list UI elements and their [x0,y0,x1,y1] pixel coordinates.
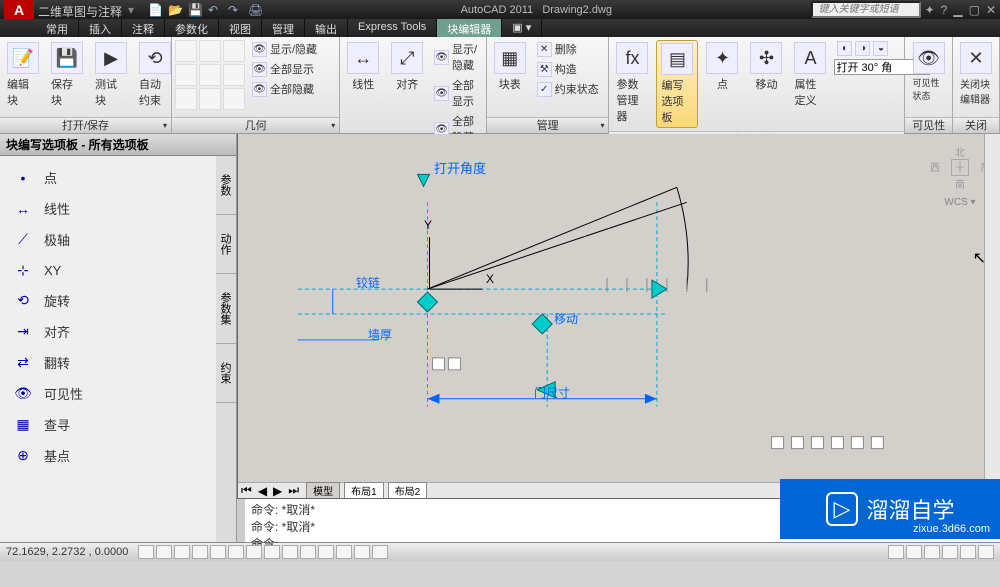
dim-show-hide[interactable]: 👁显示/隐藏 [431,40,482,74]
tab-nav-first[interactable]: ⏮ [238,483,255,498]
close-icon[interactable]: ✕ [986,3,996,17]
move-action-button[interactable]: ✣移动 [746,40,786,94]
layout-tab-layout1[interactable]: 布局1 [344,482,384,498]
redo-icon[interactable]: ↷ [228,3,242,17]
block-table-button[interactable]: ▦块表 [490,40,530,94]
point-param-button[interactable]: ✦点 [702,40,742,94]
visibility-state-button[interactable]: 👁可见性状态 [908,40,949,104]
print-icon[interactable]: 🖨 [248,3,262,17]
open-icon[interactable]: 📂 [168,3,182,17]
tab-output[interactable]: 输出 [305,19,348,37]
undo-icon[interactable]: ↶ [208,3,222,17]
panel-visibility[interactable]: 可见性 [905,117,952,133]
palette-title: 块编写选项板 - 所有选项板 [0,134,236,156]
infocenter-icon[interactable]: ✦ [925,3,935,17]
block-authoring-palette: 块编写选项板 - 所有选项板 •点 ↔线性 ⟋极轴 ⊹XY ⟲旋转 ⇥对齐 ⇄翻… [0,134,237,542]
show-all-button[interactable]: 👁全部显示 [249,60,320,78]
maximize-icon[interactable]: ▢ [969,3,980,17]
param-visibility[interactable]: 👁可见性 [10,378,206,409]
quick-access-toolbar: 二维草图与注释 ▾ 📄 📂 💾 ↶ ↷ 🖨 [38,3,262,17]
attribute-def-button[interactable]: A属性定义 [790,40,830,110]
label-open-angle: 打开角度 [434,158,486,177]
authoring-palette-button[interactable]: ▤编写选项板 [656,40,698,128]
save-icon[interactable]: 💾 [188,3,202,17]
param-point[interactable]: •点 [10,162,206,193]
tab-manage[interactable]: 管理 [262,19,305,37]
label-move: 移动 [554,310,578,327]
watermark: ▷ 溜溜自学 zixue.3d66.com [780,479,1000,539]
palette-tab-constraints[interactable]: 约束 [216,344,236,403]
hide-all-button[interactable]: 👁全部隐藏 [249,80,320,98]
workspace-dropdown[interactable]: 二维草图与注释 [38,3,122,17]
search-input[interactable] [811,1,921,18]
tab-annotate[interactable]: 注释 [122,19,165,37]
layout-tab-model[interactable]: 模型 [306,482,340,498]
viewcube[interactable]: 北 西┼东 南 WCS ▾ [930,144,990,224]
linear-button[interactable]: ↔线性 [343,40,383,94]
minimize-icon[interactable]: ▁ [953,3,962,17]
aligned-button[interactable]: ⤢对齐 [387,40,427,94]
ribbon-tabs: 常用 插入 注释 参数化 视图 管理 输出 Express Tools 块编辑器… [0,19,1000,37]
save-block-button[interactable]: 💾保存块 [47,40,87,110]
label-hinge: 铰链 [356,274,380,291]
param-manager-button[interactable]: fx参数管理器 [612,40,652,126]
status-right-toggles[interactable] [888,545,994,559]
param-basepoint[interactable]: ⊕基点 [10,440,206,471]
param-linear[interactable]: ↔线性 [10,193,206,224]
param-flip[interactable]: ⇄翻转 [10,347,206,378]
edit-block-button[interactable]: 📝编辑块 [3,40,43,110]
param-polar[interactable]: ⟋极轴 [10,224,206,255]
dim-show-all[interactable]: 👁全部显示 [431,76,482,110]
app-logo[interactable]: A [4,0,34,19]
tab-nav-prev[interactable]: ◀ [255,484,270,498]
panel-close: 关闭 [953,117,999,133]
palette-tab-parameters[interactable]: 参数 [216,156,236,215]
panel-geometry[interactable]: 几何▾ [172,117,339,133]
palette-tab-actions[interactable]: 动作 [216,215,236,274]
tab-view[interactable]: 视图 [219,19,262,37]
label-door-size: 门尺寸 [534,384,570,401]
scrollbar-vertical[interactable] [984,134,1000,498]
tab-overflow[interactable]: ▣ ▾ [502,19,542,37]
test-block-button[interactable]: ▶测试块 [91,40,131,110]
constraint-status-button[interactable]: ✓约束状态 [534,80,602,98]
panel-manage[interactable]: 管理▾ [487,117,609,133]
palette-tab-parameter-sets[interactable]: 参数集 [216,274,236,344]
param-alignment[interactable]: ⇥对齐 [10,316,206,347]
drawing-canvas[interactable]: 打开角度 铰链 墙厚 移动 门尺寸 X Y 北 西┼东 南 WCS ▾ ↖ ⏮ … [237,134,1000,498]
tab-insert[interactable]: 插入 [79,19,122,37]
param-rotation[interactable]: ⟲旋转 [10,285,206,316]
tab-block-editor[interactable]: 块编辑器 [437,19,502,37]
param-xy[interactable]: ⊹XY [10,255,206,285]
coordinates: 72.1629, 2.2732 , 0.0000 [6,546,128,558]
axis-x: X [486,272,494,286]
tab-express[interactable]: Express Tools [348,19,437,37]
delete-button[interactable]: ✕删除 [534,40,602,58]
tab-parametric[interactable]: 参数化 [165,19,219,37]
auto-constrain-button[interactable]: ⟲自动约束 [135,40,175,110]
close-block-editor-button[interactable]: ✕关闭块编辑器 [956,40,996,108]
geom-constraints-grid[interactable] [175,40,245,110]
label-wall: 墙厚 [368,326,392,343]
title-bar: AutoCAD 2011 Drawing2.dwg [266,4,807,16]
tab-nav-next[interactable]: ▶ [270,484,285,498]
new-icon[interactable]: 📄 [148,3,162,17]
layout-tab-layout2[interactable]: 布局2 [388,482,428,498]
tab-nav-last[interactable]: ⏭ [285,483,302,498]
ribbon: 📝编辑块 💾保存块 ▶测试块 ⟲自动约束 打开/保存▾ 👁显示/隐藏 👁全部显示… [0,37,1000,134]
param-lookup[interactable]: ▦查寻 [10,409,206,440]
construction-button[interactable]: ⚒构造 [534,60,602,78]
panel-open-save[interactable]: 打开/保存▾ [0,117,171,133]
cmdline-handle[interactable] [237,499,245,542]
status-toggles[interactable] [138,545,388,559]
tab-home[interactable]: 常用 [36,19,79,37]
axis-y: Y [424,218,432,232]
show-hide-button[interactable]: 👁显示/隐藏 [249,40,320,58]
help-icon[interactable]: ? [941,3,948,17]
